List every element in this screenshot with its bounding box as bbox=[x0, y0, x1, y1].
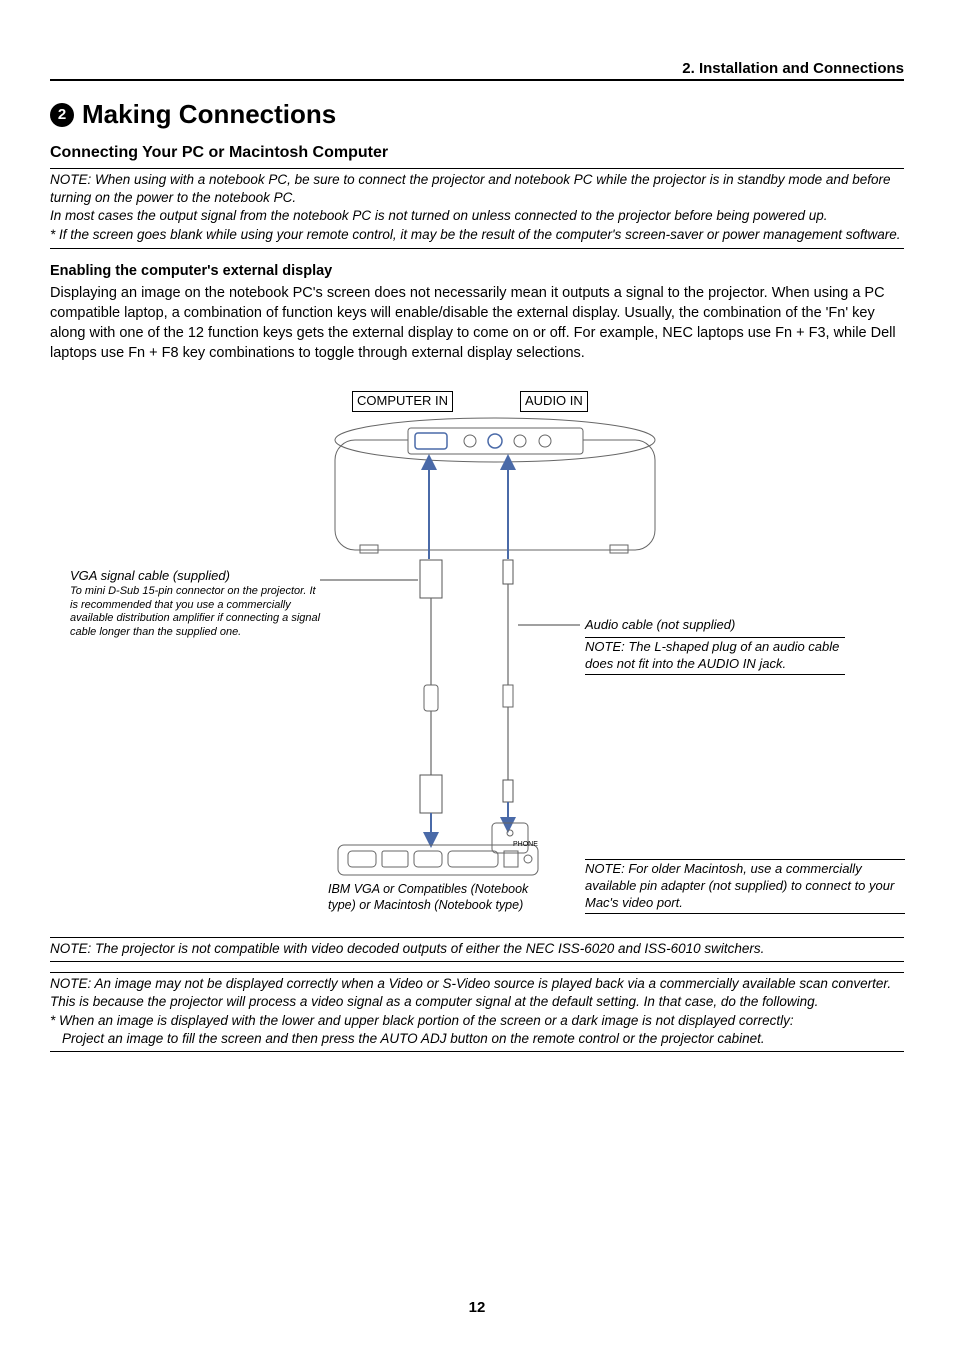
note-block-1: NOTE: When using with a notebook PC, be … bbox=[50, 168, 904, 249]
note1-line3: * If the screen goes blank while using y… bbox=[50, 226, 904, 244]
label-mac-note: NOTE: For older Macintosh, use a commerc… bbox=[585, 859, 905, 914]
note3-line3: * When an image is displayed with the lo… bbox=[50, 1012, 904, 1031]
note3-line4: Project an image to fill the screen and … bbox=[50, 1030, 904, 1049]
enable-heading: Enabling the computer's external display bbox=[50, 263, 904, 279]
label-phone: PHONE bbox=[513, 840, 538, 849]
label-vga-body: To mini D-Sub 15-pin connector on the pr… bbox=[70, 585, 325, 640]
note3-block: NOTE: An image may not be displayed corr… bbox=[50, 972, 904, 1053]
label-vga-block: VGA signal cable (supplied) To mini D-Su… bbox=[70, 568, 325, 640]
label-ibm-mac: IBM VGA or Compatibles (Notebook type) o… bbox=[328, 881, 553, 914]
label-audio-in: AUDIO IN bbox=[520, 391, 588, 412]
page-number: 12 bbox=[0, 1299, 954, 1316]
final-notes: NOTE: The projector is not compatible wi… bbox=[50, 937, 904, 1052]
note1-line1: NOTE: When using with a notebook PC, be … bbox=[50, 171, 904, 207]
section-title: Making Connections bbox=[82, 99, 336, 130]
chapter-header: 2. Installation and Connections bbox=[50, 60, 904, 81]
label-vga-head: VGA signal cable (supplied) bbox=[70, 568, 325, 585]
enable-body: Displaying an image on the notebook PC's… bbox=[50, 283, 904, 363]
label-audio-note: NOTE: The L-shaped plug of an audio cabl… bbox=[585, 637, 845, 675]
section-number-badge: 2 bbox=[50, 103, 74, 127]
note2: NOTE: The projector is not compatible wi… bbox=[50, 937, 904, 962]
note1-line2: In most cases the output signal from the… bbox=[50, 207, 904, 225]
note3-line1: NOTE: An image may not be displayed corr… bbox=[50, 975, 904, 994]
label-audio-cable: Audio cable (not supplied) bbox=[585, 617, 735, 634]
subsection-title: Connecting Your PC or Macintosh Computer bbox=[50, 144, 904, 162]
label-computer-in: COMPUTER IN bbox=[352, 391, 453, 412]
note3-line2: This is because the projector will proce… bbox=[50, 993, 904, 1012]
connection-diagram: COMPUTER IN AUDIO IN VGA signal cable (s… bbox=[50, 385, 904, 925]
section-header: 2 Making Connections bbox=[50, 99, 904, 130]
